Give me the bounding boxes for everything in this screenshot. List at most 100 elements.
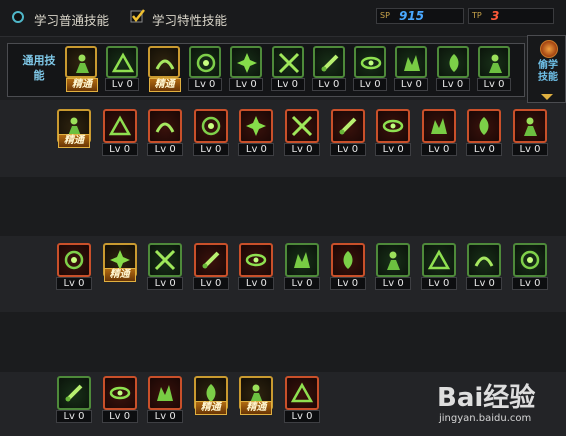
skill-slot[interactable]: Lv 0 [435, 46, 474, 94]
skill-slot[interactable]: Lv 0 [420, 243, 459, 291]
skill-slot[interactable]: Lv 0 [229, 46, 267, 94]
skill-level: Lv 0 [284, 410, 320, 423]
skill-slot[interactable]: Lv 0 [375, 109, 413, 157]
skill-slot[interactable]: Lv 0 [147, 243, 185, 291]
slash-wave-icon[interactable] [102, 109, 137, 143]
dragon-icon[interactable] [147, 46, 180, 78]
bust-icon[interactable] [312, 46, 345, 78]
cross-swords-icon[interactable] [421, 109, 456, 143]
skill-slot[interactable]: Lv 0 [192, 243, 231, 291]
burst-icon[interactable] [285, 109, 319, 143]
swirl-figure-icon[interactable] [478, 46, 510, 78]
skill-level: Lv 0 [192, 277, 229, 290]
mastered-badge: 精通 [58, 134, 90, 148]
sunburst-icon[interactable] [148, 376, 183, 410]
skill-slot[interactable]: Lv 0 [101, 109, 140, 157]
gear-icon[interactable] [239, 109, 274, 143]
eye-icon[interactable] [395, 46, 428, 78]
cleaver-icon[interactable] [148, 243, 183, 277]
strike-figure-icon[interactable] [330, 109, 365, 143]
crossed-beams-icon[interactable] [467, 243, 502, 277]
skill-slot[interactable]: Lv 0 [512, 109, 550, 157]
skull-gear-icon[interactable] [57, 243, 91, 277]
checkbox-trait-skill[interactable] [130, 8, 146, 24]
skill-slot[interactable]: 精通 [102, 243, 140, 291]
radio-normal-skill[interactable] [12, 11, 24, 23]
stripe-blade-icon[interactable] [376, 243, 411, 277]
mastered-badge: 精通 [148, 78, 181, 92]
skill-slot[interactable]: 精通 [238, 376, 276, 424]
leaf-icon[interactable] [421, 243, 456, 277]
skill-level: Lv 0 [105, 78, 140, 91]
skill-slot[interactable]: Lv 0 [311, 46, 350, 94]
skill-slot[interactable]: Lv 0 [284, 376, 322, 424]
skill-level: Lv 0 [101, 143, 138, 156]
claw-icon[interactable] [57, 376, 91, 410]
skill-slot[interactable]: Lv 0 [192, 109, 231, 157]
target-icon[interactable] [230, 46, 263, 78]
moon-icon[interactable] [239, 243, 274, 277]
skill-slot[interactable]: Lv 0 [105, 46, 143, 94]
jaws-icon[interactable] [285, 243, 319, 277]
skill-slot[interactable]: Lv 0 [477, 46, 515, 94]
skill-slot[interactable]: Lv 0 [187, 46, 226, 94]
twin-blades-icon[interactable] [102, 376, 137, 410]
skill-slot[interactable]: Lv 0 [56, 243, 94, 291]
skill-level: Lv 0 [375, 143, 412, 156]
mastered-badge: 精通 [240, 401, 273, 415]
demon-face-icon[interactable] [193, 243, 228, 277]
skill-slot[interactable]: Lv 0 [101, 376, 140, 424]
skill-slot[interactable]: Lv 0 [147, 109, 185, 157]
wind-icon[interactable] [513, 243, 547, 277]
skill-level: Lv 0 [284, 277, 320, 290]
skill-slot[interactable]: 精通 [64, 46, 102, 94]
feather-icon[interactable] [285, 376, 319, 410]
tab-trait-skill[interactable]: 学习特性技能 [152, 10, 227, 29]
skill-slot[interactable]: Lv 0 [375, 243, 413, 291]
mastered-badge: 精通 [194, 401, 227, 415]
spark-bust-icon[interactable] [354, 46, 387, 78]
spiral-icon[interactable] [330, 243, 365, 277]
skill-level: Lv 0 [147, 410, 184, 423]
general-skill-label: 通用技能 [22, 54, 56, 82]
mastered-badge: 精通 [66, 78, 98, 92]
skill-level: Lv 0 [229, 78, 264, 91]
skill-slot[interactable]: Lv 0 [56, 376, 94, 424]
skill-slot[interactable]: Lv 0 [466, 243, 504, 291]
wings-icon[interactable] [188, 46, 221, 78]
skill-slot[interactable]: Lv 0 [466, 109, 504, 157]
crouch-figure-icon[interactable] [106, 46, 139, 78]
skill-slot[interactable]: Lv 0 [284, 243, 322, 291]
skill-slot[interactable]: Lv 0 [329, 243, 368, 291]
tab-normal-skill[interactable]: 学习普通技能 [34, 10, 109, 29]
sit-figure-icon[interactable] [65, 46, 97, 78]
skill-slot[interactable]: Lv 0 [512, 243, 550, 291]
skill-slot[interactable]: Lv 0 [353, 46, 391, 94]
skill-level: Lv 0 [311, 78, 346, 91]
skill-level: Lv 0 [420, 277, 457, 290]
skill-slot[interactable]: Lv 0 [238, 243, 276, 291]
sword-icon[interactable] [467, 109, 502, 143]
skill-slot[interactable]: Lv 0 [147, 376, 185, 424]
mask-icon[interactable] [193, 109, 228, 143]
flame-fist-icon[interactable] [376, 109, 411, 143]
blade-arc-icon[interactable] [148, 109, 183, 143]
skill-slot[interactable]: 精通 [147, 46, 185, 94]
skill-slot[interactable]: 精通 [193, 376, 231, 424]
skill-slot[interactable]: Lv 0 [284, 109, 322, 157]
skill-slot[interactable]: Lv 0 [270, 46, 309, 94]
radar-icon[interactable] [271, 46, 304, 78]
skill-slot[interactable]: Lv 0 [420, 109, 459, 157]
stolen-skill-button[interactable] [540, 40, 558, 58]
skill-level: Lv 0 [187, 78, 222, 91]
expand-arrow-icon[interactable] [541, 94, 553, 100]
skill-slot[interactable]: 精通 [56, 109, 94, 157]
skill-slot[interactable]: Lv 0 [238, 109, 276, 157]
skill-level: Lv 0 [466, 277, 503, 290]
skill-slot[interactable]: Lv 0 [394, 46, 432, 94]
skill-level: Lv 0 [147, 143, 184, 156]
skill-slot[interactable]: Lv 0 [329, 109, 368, 157]
stolen-skill-panel[interactable]: 偷学技能 [527, 35, 566, 103]
spin-icon[interactable] [513, 109, 547, 143]
muscle-icon[interactable] [436, 46, 469, 78]
